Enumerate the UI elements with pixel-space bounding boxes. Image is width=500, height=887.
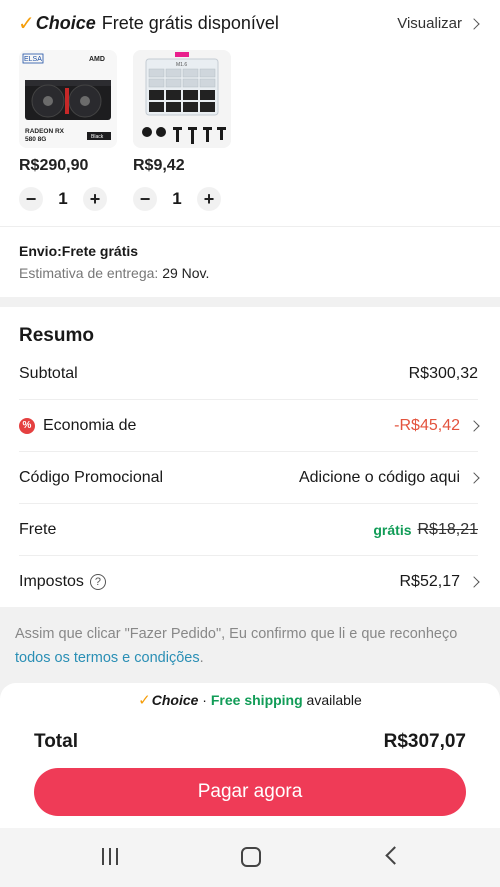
summary-title: Resumo: [19, 325, 94, 346]
checkout-bar: ✓Choice · Free shipping available Total …: [0, 683, 500, 828]
terms-link[interactable]: todos os termos e condições: [15, 650, 200, 666]
promo-code-row[interactable]: Código Promocional Adicione o código aqu…: [19, 452, 480, 504]
discount-badge-icon: %: [19, 417, 35, 434]
product-image-gpu[interactable]: ELSA AMD RADEON RX 580 8G Black: [19, 50, 117, 148]
help-icon[interactable]: ?: [89, 574, 106, 590]
delivery-estimate-date: 29 Nov.: [162, 265, 210, 281]
savings-row[interactable]: % Economia de -R$45,42: [19, 400, 480, 452]
shipping-fee-label: Frete: [19, 520, 57, 538]
taxes-value: R$52,17: [399, 573, 461, 590]
increase-quantity-button[interactable]: +: [83, 187, 107, 211]
total-value: R$307,07: [383, 731, 466, 752]
shipping-original-price: R$18,21: [417, 520, 479, 538]
total-row: Total R$307,07: [34, 731, 466, 753]
product-price: R$9,42: [133, 157, 185, 174]
shipping-method: Envio:Frete grátis: [19, 243, 139, 259]
divider: [0, 226, 500, 227]
promo-code-value: Adicione o código aqui: [298, 468, 460, 486]
gpu-model-text-1: RADEON RX: [25, 128, 65, 135]
pay-now-button[interactable]: Pagar agora: [34, 768, 466, 816]
gpu-chip-text: AMD: [89, 56, 105, 63]
taxes-row[interactable]: Impostos ? R$52,17: [19, 556, 480, 608]
free-shipping-label: Free shipping: [210, 692, 303, 708]
recents-icon[interactable]: [102, 848, 118, 865]
quantity-stepper: − 1 +: [133, 187, 231, 211]
separator: ·: [198, 692, 211, 708]
choice-label: Choice: [151, 692, 199, 708]
savings-label: Economia de: [43, 416, 137, 434]
gpu-brand-text: ELSA: [24, 56, 42, 63]
home-icon[interactable]: [241, 847, 261, 867]
subtotal-value: R$300,32: [408, 364, 478, 382]
choice-check-icon: ✓: [18, 13, 35, 35]
shipping-free-label: grátis: [373, 521, 412, 538]
product-item: M1.6 R$9,42 − 1 +: [133, 50, 231, 211]
choice-header: ✓ Choice Frete grátis disponível: [18, 11, 279, 36]
subtotal-label: Subtotal: [19, 364, 78, 382]
chevron-right-icon: [468, 419, 480, 432]
decrease-quantity-button[interactable]: −: [19, 187, 43, 211]
choice-check-icon: ✓: [138, 692, 151, 709]
quantity-stepper: − 1 +: [19, 187, 117, 211]
product-price: R$290,90: [19, 157, 89, 174]
delivery-estimate: Estimativa de entrega: 29 Nov.: [19, 265, 209, 281]
view-button[interactable]: Visualizar: [397, 15, 480, 32]
chevron-right-icon: [468, 576, 480, 588]
gpu-model-text-2: 580 8G: [25, 136, 46, 143]
decrease-quantity-button[interactable]: −: [133, 187, 157, 211]
choice-shipping-banner: ✓Choice · Free shipping available: [0, 691, 500, 709]
subtotal-row: Subtotal R$300,32: [19, 348, 478, 400]
screws-image: M1.6: [133, 50, 231, 148]
total-label: Total: [34, 731, 78, 752]
free-shipping-title: Frete grátis disponível: [101, 13, 279, 33]
quantity-value: 1: [58, 189, 68, 208]
terms-end: .: [199, 650, 204, 666]
shipping-fee-row: Frete grátis R$18,21: [19, 504, 478, 556]
promo-code-label: Código Promocional: [19, 468, 164, 486]
quantity-value: 1: [172, 189, 182, 208]
view-label: Visualizar: [397, 15, 462, 32]
chevron-right-icon: [468, 17, 480, 30]
delivery-estimate-label: Estimativa de entrega:: [19, 265, 159, 281]
product-item: ELSA AMD RADEON RX 580 8G Black R$290,90…: [19, 50, 117, 211]
cart-items-card: ✓ Choice Frete grátis disponível Visuali…: [0, 0, 500, 297]
product-image-screws[interactable]: M1.6: [133, 50, 231, 148]
savings-value: -R$45,42: [394, 416, 460, 434]
taxes-label: Impostos: [19, 573, 84, 590]
system-nav-bar: [0, 828, 500, 887]
terms-text: Assim que clicar "Fazer Pedido", Eu conf…: [15, 626, 458, 642]
back-icon[interactable]: [385, 846, 404, 865]
terms-notice: Assim que clicar "Fazer Pedido", Eu conf…: [15, 622, 485, 670]
choice-label: Choice: [35, 13, 96, 33]
summary-card: Resumo Subtotal R$300,32 % Economia de -…: [0, 307, 500, 607]
gpu-image: ELSA AMD RADEON RX 580 8G Black: [19, 50, 117, 148]
increase-quantity-button[interactable]: +: [197, 187, 221, 211]
available-label: available: [302, 692, 362, 708]
gpu-tag-text: Black: [91, 134, 104, 140]
screws-box-label: M1.6: [176, 62, 187, 68]
chevron-right-icon: [468, 471, 480, 484]
